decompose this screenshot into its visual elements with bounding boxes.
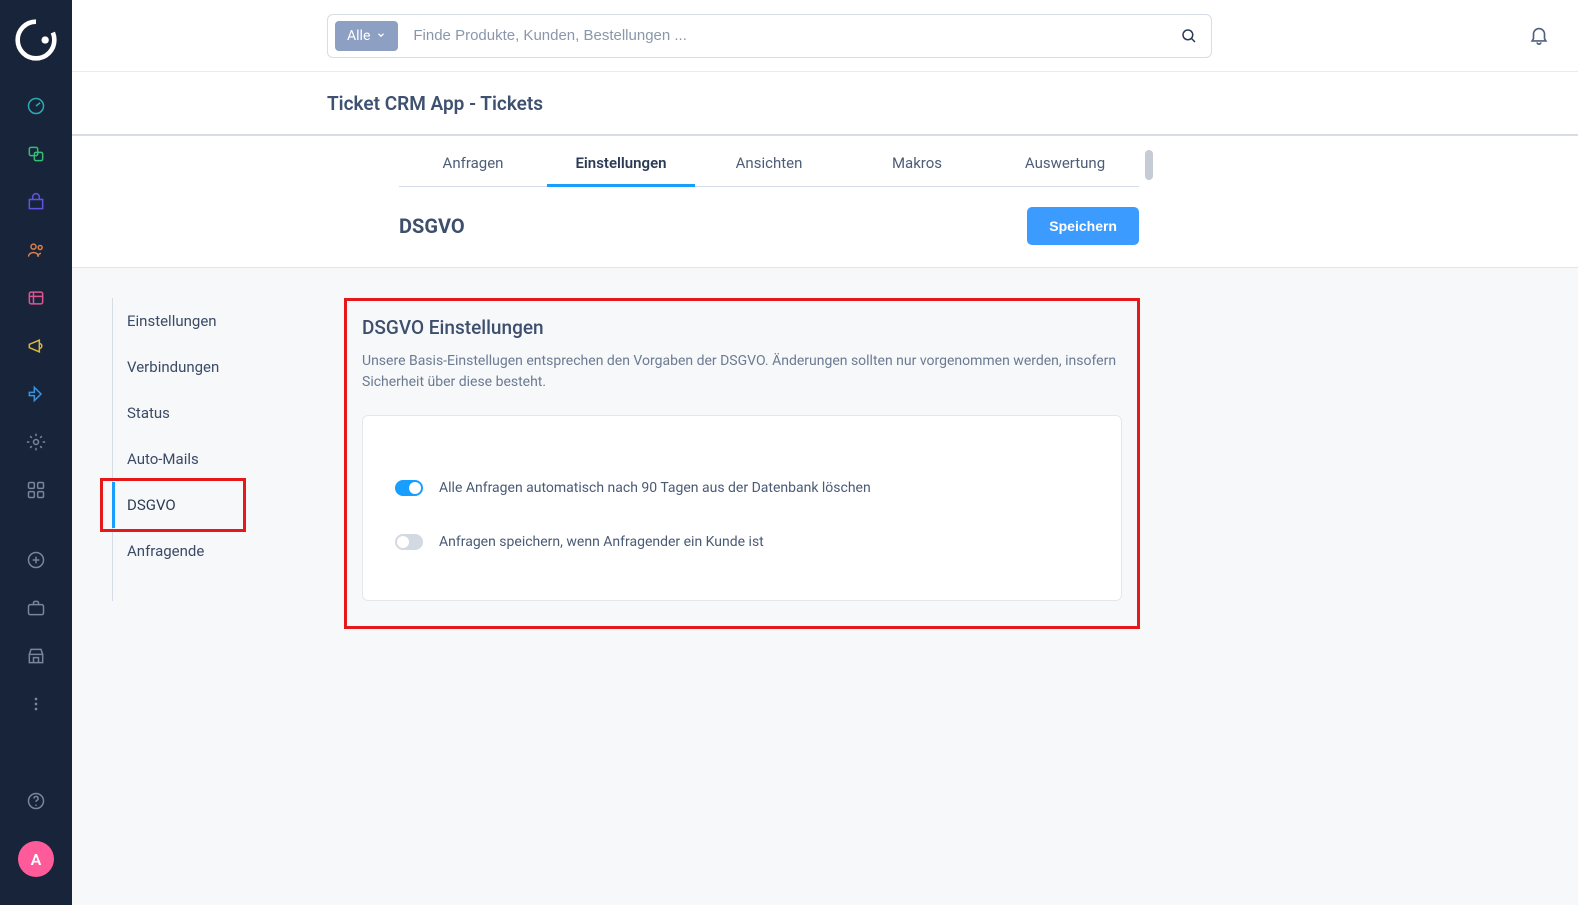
- customers-icon[interactable]: [0, 228, 72, 272]
- content-icon[interactable]: [0, 276, 72, 320]
- side-nav-item-status[interactable]: Status: [113, 390, 302, 436]
- side-nav-item-auto-mails[interactable]: Auto-Mails: [113, 436, 302, 482]
- add-icon[interactable]: [0, 538, 72, 582]
- more-icon[interactable]: [0, 682, 72, 726]
- toggle-save-if-customer[interactable]: [395, 534, 423, 550]
- card-annotation-highlight: DSGVO Einstellungen Unsere Basis-Einstel…: [362, 316, 1122, 601]
- side-nav-item-verbindungen[interactable]: Verbindungen: [113, 344, 302, 390]
- dashboard-icon[interactable]: [0, 84, 72, 128]
- subheader-title: DSGVO: [399, 214, 465, 238]
- settings-icon[interactable]: [0, 420, 72, 464]
- settings-side-nav: Einstellungen Verbindungen Status Auto-M…: [112, 298, 302, 601]
- search-filter-label: Alle: [347, 28, 370, 44]
- store-icon[interactable]: [0, 634, 72, 678]
- user-avatar[interactable]: A: [18, 841, 54, 877]
- search-filter-dropdown[interactable]: Alle: [335, 21, 398, 51]
- toggle-label: Alle Anfragen automatisch nach 90 Tagen …: [439, 480, 871, 496]
- help-icon[interactable]: [0, 779, 72, 823]
- extensions-icon[interactable]: [0, 372, 72, 416]
- chevron-down-icon: [376, 28, 386, 44]
- tabs-scrollbar-thumb[interactable]: [1145, 150, 1153, 180]
- toggle-row-auto-delete: Alle Anfragen automatisch nach 90 Tagen …: [395, 480, 1089, 496]
- catalog-icon[interactable]: [0, 132, 72, 176]
- save-button[interactable]: Speichern: [1027, 207, 1139, 245]
- top-bar: Alle: [72, 0, 1578, 72]
- shop-icon[interactable]: [0, 180, 72, 224]
- side-nav-item-einstellungen[interactable]: Einstellungen: [113, 298, 302, 344]
- left-nav-rail: A: [0, 0, 72, 905]
- apps-icon[interactable]: [0, 468, 72, 512]
- toggle-row-save-if-customer: Anfragen speichern, wenn Anfragender ein…: [395, 534, 1089, 550]
- content-area: Einstellungen Verbindungen Status Auto-M…: [72, 268, 1578, 905]
- tab-makros[interactable]: Makros: [843, 136, 991, 186]
- toggle-auto-delete[interactable]: [395, 480, 423, 496]
- page-title: Ticket CRM App - Tickets: [327, 92, 543, 115]
- shopware-logo[interactable]: [14, 18, 58, 62]
- notifications-icon[interactable]: [1528, 24, 1550, 50]
- search-input[interactable]: [405, 27, 1167, 44]
- tab-anfragen[interactable]: Anfragen: [399, 136, 547, 186]
- card-description: Unsere Basis-Einstellugen entsprechen de…: [362, 351, 1122, 393]
- subheader-band: Anfragen Einstellungen Ansichten Makros …: [72, 136, 1578, 268]
- briefcase-icon[interactable]: [0, 586, 72, 630]
- search-icon[interactable]: [1167, 27, 1211, 45]
- tabs: Anfragen Einstellungen Ansichten Makros …: [399, 136, 1139, 187]
- tab-auswertung[interactable]: Auswertung: [991, 136, 1139, 186]
- toggle-label: Anfragen speichern, wenn Anfragender ein…: [439, 534, 764, 550]
- card-title: DSGVO Einstellungen: [362, 316, 1122, 339]
- marketing-icon[interactable]: [0, 324, 72, 368]
- dsgvo-settings-card: Alle Anfragen automatisch nach 90 Tagen …: [362, 415, 1122, 601]
- global-search: Alle: [327, 14, 1212, 58]
- page-title-row: Ticket CRM App - Tickets: [72, 72, 1578, 136]
- side-nav-item-anfragende[interactable]: Anfragende: [113, 528, 302, 574]
- tab-einstellungen[interactable]: Einstellungen: [547, 136, 695, 186]
- side-nav-item-dsgvo[interactable]: DSGVO: [113, 482, 302, 528]
- tab-ansichten[interactable]: Ansichten: [695, 136, 843, 186]
